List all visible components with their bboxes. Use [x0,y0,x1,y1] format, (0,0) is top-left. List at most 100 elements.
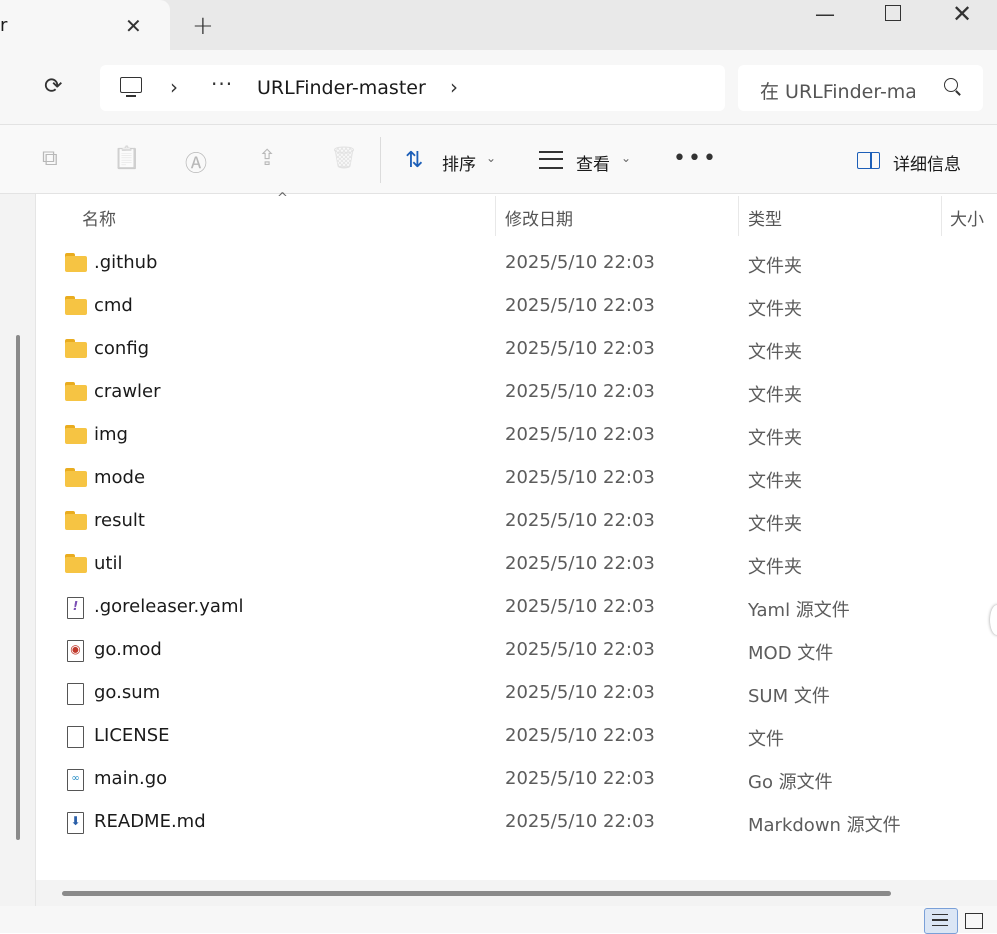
refresh-icon[interactable]: ⟳ [44,74,62,99]
file-type: Yaml 源文件 [748,600,850,621]
share-icon[interactable]: ⇪ [258,146,276,171]
file-type: Go 源文件 [748,772,833,793]
breadcrumb-current-folder[interactable]: URLFinder-master [257,77,426,99]
table-row[interactable]: go.sum 2025/5/10 22:03 SUM 文件 [36,672,997,715]
file-type: 文件夹 [748,299,802,320]
file-type: SUM 文件 [748,686,830,707]
file-name[interactable]: result [94,510,145,531]
table-row[interactable]: crawler 2025/5/10 22:03 文件夹 [36,371,997,414]
delete-icon[interactable]: 🗑 [330,146,358,171]
new-tab-button[interactable]: + [192,11,214,41]
column-header-size[interactable]: 大小 [950,205,984,230]
breadcrumb-chevron-icon[interactable]: › [450,75,458,99]
view-menu-icon[interactable] [539,151,563,169]
command-bar [0,125,997,194]
file-icon [65,726,85,748]
status-bar [0,906,997,933]
table-row[interactable]: ! .goreleaser.yaml 2025/5/10 22:03 Yaml 源文件 [36,586,997,629]
table-row[interactable]: config 2025/5/10 22:03 文件夹 [36,328,997,371]
file-icon-glyph: ⬇ [70,814,81,828]
table-row[interactable]: util 2025/5/10 22:03 文件夹 [36,543,997,586]
more-options-icon[interactable]: ••• [673,146,718,171]
column-divider[interactable] [738,196,739,236]
table-row[interactable]: ◉ go.mod 2025/5/10 22:03 MOD 文件 [36,629,997,672]
file-name[interactable]: go.mod [94,639,162,660]
folder-icon [65,425,87,445]
file-icon [65,683,85,705]
file-modified-date: 2025/5/10 22:03 [505,381,655,402]
table-row[interactable]: cmd 2025/5/10 22:03 文件夹 [36,285,997,328]
folder-icon [65,468,87,488]
table-row[interactable]: mode 2025/5/10 22:03 文件夹 [36,457,997,500]
table-row[interactable]: ⬇ README.md 2025/5/10 22:03 Markdown 源文件 [36,801,997,844]
file-modified-date: 2025/5/10 22:03 [505,295,655,316]
close-window-button[interactable]: ✕ [952,0,972,28]
tab-active[interactable] [0,0,170,50]
file-name[interactable]: mode [94,467,145,488]
this-pc-icon-stand [126,95,136,97]
file-name[interactable]: README.md [94,811,206,832]
go-file-icon: ∞ [65,769,85,791]
column-header-type[interactable]: 类型 [748,205,782,230]
paste-icon[interactable]: 📋 [113,146,140,171]
copy-icon[interactable]: ⧉ [42,146,58,171]
navigation-pane-scrollbar[interactable] [16,335,20,840]
file-name[interactable]: go.sum [94,682,160,703]
file-name[interactable]: config [94,338,149,359]
file-type: 文件 [748,729,784,750]
breadcrumb-more-button[interactable]: ··· [211,72,233,96]
table-row[interactable]: LICENSE 2025/5/10 22:03 文件 [36,715,997,758]
folder-icon [65,296,87,316]
file-icon-glyph: ! [72,599,79,613]
file-name[interactable]: main.go [94,768,167,789]
chevron-down-icon[interactable]: ⌄ [621,151,631,165]
column-divider[interactable] [495,196,496,236]
view-button[interactable]: 查看 [576,150,610,175]
file-name[interactable]: .github [94,252,157,273]
file-modified-date: 2025/5/10 22:03 [505,510,655,531]
table-row[interactable]: ∞ main.go 2025/5/10 22:03 Go 源文件 [36,758,997,801]
table-row[interactable]: .github 2025/5/10 22:03 文件夹 [36,242,997,285]
maximize-button[interactable] [885,5,901,21]
file-name[interactable]: LICENSE [94,725,170,746]
tab-title: r [0,15,8,36]
file-name[interactable]: util [94,553,122,574]
file-name[interactable]: cmd [94,295,133,316]
large-icons-view-button[interactable] [965,913,983,929]
sort-button[interactable]: 排序 [442,150,476,175]
table-row[interactable]: result 2025/5/10 22:03 文件夹 [36,500,997,543]
column-header-date[interactable]: 修改日期 [505,205,573,230]
column-divider[interactable] [941,196,942,236]
file-name[interactable]: .goreleaser.yaml [94,596,243,617]
details-button[interactable]: 详细信息 [893,150,961,175]
chevron-down-icon[interactable]: ⌄ [486,151,496,165]
markdown-file-icon: ⬇ [65,812,85,834]
file-modified-date: 2025/5/10 22:03 [505,467,655,488]
tab-close-icon[interactable]: ✕ [125,14,142,38]
file-type: MOD 文件 [748,643,834,664]
table-row[interactable]: img 2025/5/10 22:03 文件夹 [36,414,997,457]
breadcrumb-chevron-icon[interactable]: › [170,75,178,99]
file-modified-date: 2025/5/10 22:03 [505,252,655,273]
minimize-button[interactable]: — [815,2,835,26]
folder-icon [65,511,87,531]
search-placeholder: 在 URLFinder-master 中搜索 [760,81,915,103]
this-pc-icon[interactable] [120,77,142,93]
file-modified-date: 2025/5/10 22:03 [505,639,655,660]
yaml-file-icon: ! [65,597,85,619]
toolbar-divider [380,137,381,183]
details-pane-icon[interactable] [857,152,880,169]
column-header-name[interactable]: 名称 [82,205,116,230]
file-name[interactable]: img [94,424,128,445]
file-type: 文件夹 [748,342,802,363]
horizontal-scrollbar-thumb[interactable] [62,891,891,896]
sort-icon[interactable]: ⇅ [405,148,423,173]
file-icon-glyph: ∞ [71,773,80,784]
file-type: 文件夹 [748,471,802,492]
file-name[interactable]: crawler [94,381,161,402]
folder-icon [65,382,87,402]
file-modified-date: 2025/5/10 22:03 [505,768,655,789]
rename-icon[interactable]: Ⓐ [185,146,207,178]
sort-ascending-icon: ^ [277,191,288,206]
edge-handle[interactable] [990,605,997,635]
